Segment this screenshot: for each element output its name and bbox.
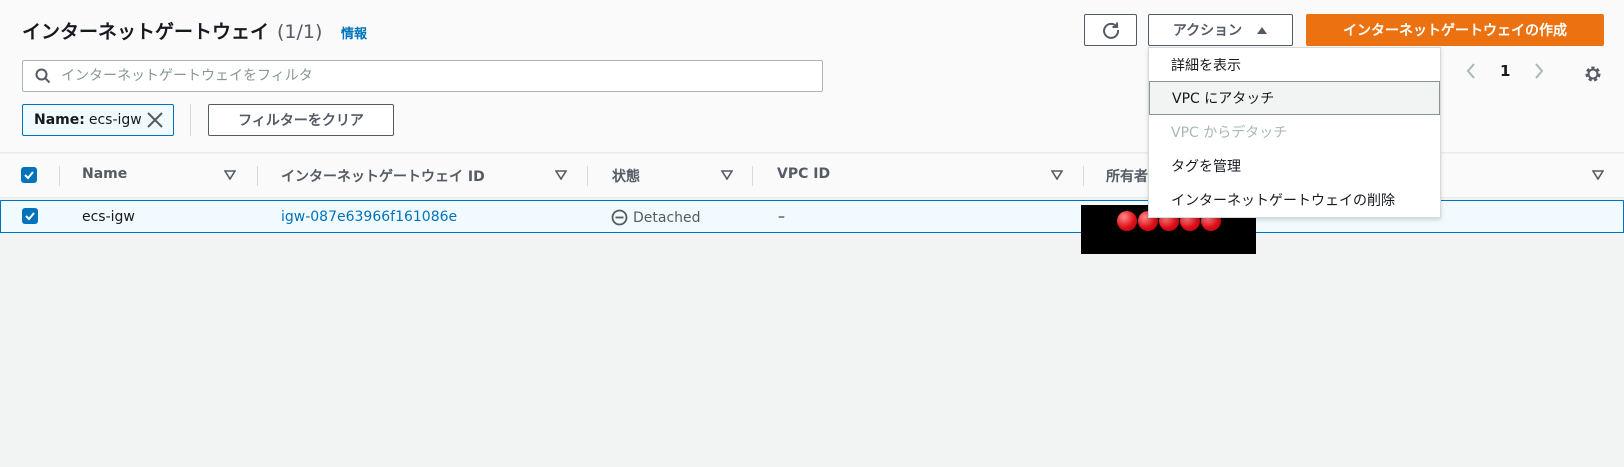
search-icon <box>35 68 51 84</box>
column-divider <box>587 166 588 186</box>
menu-item-attach-vpc[interactable]: VPC にアタッチ <box>1149 81 1440 115</box>
menu-item-detach-vpc: VPC からデタッチ <box>1171 125 1288 141</box>
sort-icon[interactable] <box>555 170 567 180</box>
pagination: 1 <box>1466 62 1544 80</box>
sort-icon[interactable] <box>721 170 733 180</box>
filter-token-value: ecs-igw <box>88 112 142 128</box>
item-count: (1/1) <box>277 21 323 43</box>
info-link[interactable]: 情報 <box>341 23 367 42</box>
status-text: Detached <box>633 209 701 226</box>
clear-filters-button[interactable]: フィルターをクリア <box>208 104 394 136</box>
select-all-checkbox[interactable] <box>21 167 37 183</box>
menu-item-delete-igw[interactable]: インターネットゲートウェイの削除 <box>1149 183 1440 217</box>
close-icon[interactable] <box>145 110 165 130</box>
column-divider <box>59 166 60 186</box>
sort-icon[interactable] <box>224 170 236 180</box>
search-bar[interactable] <box>22 60 823 92</box>
refresh-button[interactable] <box>1084 14 1137 46</box>
check-icon <box>24 171 34 180</box>
column-header-vpc-id[interactable]: VPC ID <box>777 166 830 182</box>
create-internet-gateway-button[interactable]: インターネットゲートウェイの作成 <box>1306 14 1604 46</box>
sort-icon[interactable] <box>1051 170 1063 180</box>
column-header-igw-id[interactable]: インターネットゲートウェイ ID <box>281 166 485 186</box>
page-title-text: インターネットゲートウェイ <box>22 21 270 43</box>
minus-circle-icon <box>611 209 628 226</box>
filter-token-key: Name: <box>34 112 85 128</box>
caret-up-icon <box>1257 27 1268 34</box>
page-title: インターネットゲートウェイ (1/1) <box>22 17 322 44</box>
cell-igw-id-link[interactable]: igw-087e63966f161086e <box>281 209 457 225</box>
check-icon <box>25 212 35 221</box>
sort-icon[interactable] <box>1592 170 1604 180</box>
column-divider <box>1083 166 1084 186</box>
actions-menu: 詳細を表示 VPC にアタッチ VPC からデタッチ タグを管理 インターネット… <box>1148 47 1441 218</box>
actions-label: アクション <box>1172 23 1243 39</box>
row-checkbox[interactable] <box>22 208 38 224</box>
red-dot-icon <box>1116 211 1137 231</box>
filter-token: Name: ecs-igw <box>22 104 174 136</box>
column-header-status[interactable]: 状態 <box>612 166 640 186</box>
chevron-left-icon[interactable] <box>1466 62 1476 80</box>
chevron-right-icon[interactable] <box>1534 62 1544 80</box>
column-divider <box>257 166 258 186</box>
refresh-icon <box>1102 22 1119 39</box>
divider <box>190 104 191 136</box>
column-header-name[interactable]: Name <box>82 166 127 182</box>
menu-item-manage-tags[interactable]: タグを管理 <box>1149 149 1440 183</box>
cell-name: ecs-igw <box>82 209 135 225</box>
page-number[interactable]: 1 <box>1500 62 1510 80</box>
gear-icon[interactable] <box>1583 64 1603 84</box>
menu-item-view-details[interactable]: 詳細を表示 <box>1149 48 1440 82</box>
actions-dropdown-button[interactable]: アクション <box>1148 14 1293 46</box>
cell-vpc-id: – <box>778 209 785 225</box>
column-header-owner[interactable]: 所有者 <box>1106 166 1148 186</box>
column-divider <box>752 166 753 186</box>
search-input[interactable] <box>61 68 801 84</box>
cell-status: Detached <box>611 209 701 226</box>
